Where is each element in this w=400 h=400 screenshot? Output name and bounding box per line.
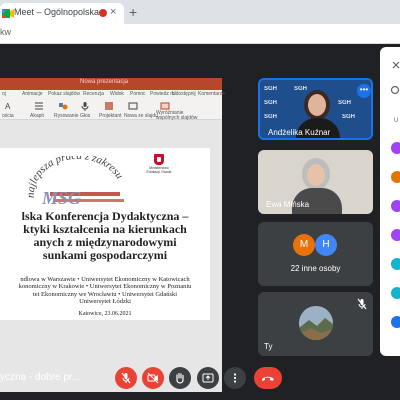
- end-call-icon: [262, 376, 274, 381]
- mic-off-icon: [121, 372, 131, 384]
- address-bar[interactable]: kw: [0, 24, 400, 44]
- bottom-control-bar: yczna - dobre pr...: [0, 44, 400, 400]
- raise-hand-button[interactable]: [169, 367, 191, 389]
- address-bar-url: kw: [0, 27, 11, 37]
- browser-tab-strip: Meet – Ogólnopolska konfe × +: [0, 0, 400, 24]
- present-now-button[interactable]: [197, 367, 219, 389]
- browser-tab-meet[interactable]: Meet – Ogólnopolska konfe ×: [0, 3, 124, 24]
- new-tab-button[interactable]: +: [129, 4, 137, 20]
- leave-call-button[interactable]: [254, 367, 282, 389]
- hand-icon: [176, 372, 184, 384]
- more-options-button[interactable]: [224, 367, 246, 389]
- mic-toggle-button[interactable]: [115, 367, 137, 389]
- browser-tab-title: Meet – Ogólnopolska konfe: [14, 7, 102, 17]
- camera-off-icon: [147, 372, 159, 384]
- more-vert-icon: [233, 373, 237, 383]
- meet-favicon-icon: [2, 9, 14, 18]
- tab-close-icon[interactable]: ×: [110, 6, 116, 18]
- meeting-title: yczna - dobre pr...: [0, 372, 81, 383]
- camera-toggle-button[interactable]: [142, 367, 164, 389]
- present-screen-icon: [202, 373, 214, 383]
- recording-indicator-icon: [99, 9, 107, 17]
